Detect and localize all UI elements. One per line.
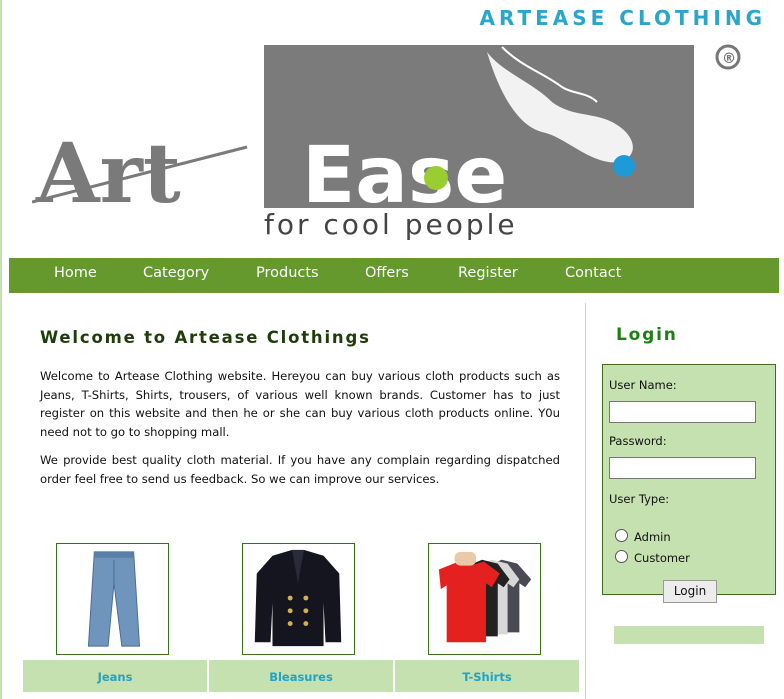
nav-category[interactable]: Category	[143, 265, 209, 281]
password-label: Password:	[609, 434, 667, 448]
radio-customer[interactable]	[615, 550, 628, 563]
nav-offers[interactable]: Offers	[365, 265, 409, 281]
column-divider	[585, 303, 586, 699]
nav-products[interactable]: Products	[256, 265, 319, 281]
login-button[interactable]: Login	[663, 580, 717, 603]
brand-logo[interactable]: Art Ease for cool people ®	[31, 42, 762, 242]
nav-contact[interactable]: Contact	[565, 265, 621, 281]
login-form: User Name: Password: User Type: Admin Cu…	[602, 364, 776, 603]
site-title: ARTEASE CLOTHING	[479, 6, 766, 30]
nav-register[interactable]: Register	[458, 265, 518, 281]
product-caption-tshirts[interactable]: T-Shirts	[395, 660, 579, 692]
nav-home[interactable]: Home	[54, 265, 97, 281]
password-input[interactable]	[609, 457, 756, 479]
product-image-blazer[interactable]	[242, 543, 355, 655]
main-navigation: Home Category Products Offers Register C…	[9, 258, 779, 293]
product-image-tshirts[interactable]	[428, 543, 541, 655]
jeans-icon	[87, 551, 141, 647]
usertype-label: User Type:	[609, 492, 670, 506]
welcome-paragraph-1: Welcome to Artease Clothing website. Her…	[40, 369, 560, 439]
logo-text-left: Art	[35, 126, 181, 222]
sidebar-bar	[614, 626, 764, 644]
username-label: User Name:	[609, 378, 677, 392]
tshirts-icon	[438, 551, 532, 643]
product-image-jeans[interactable]	[56, 543, 169, 655]
logo-green-dot	[424, 166, 448, 190]
logo-blue-dot	[613, 155, 635, 177]
logo-graphic: Art Ease for cool people ®	[31, 44, 741, 241]
blazer-icon	[254, 549, 342, 647]
username-input[interactable]	[609, 401, 756, 423]
welcome-paragraph-2: We provide best quality cloth material. …	[40, 453, 560, 486]
product-caption-jeans[interactable]: Jeans	[23, 660, 207, 692]
logo-tagline: for cool people	[264, 208, 518, 241]
radio-admin[interactable]	[615, 529, 628, 542]
product-caption-blazer[interactable]: Bleasures	[209, 660, 393, 692]
registered-mark-text: ®	[722, 51, 736, 67]
page-frame: ARTEASE CLOTHING Art Ease for cool peopl…	[0, 0, 784, 699]
radio-admin-label: Admin	[634, 530, 671, 544]
welcome-heading: Welcome to Artease Clothings	[40, 328, 371, 347]
radio-customer-label: Customer	[634, 551, 690, 565]
login-heading: Login	[616, 325, 678, 345]
